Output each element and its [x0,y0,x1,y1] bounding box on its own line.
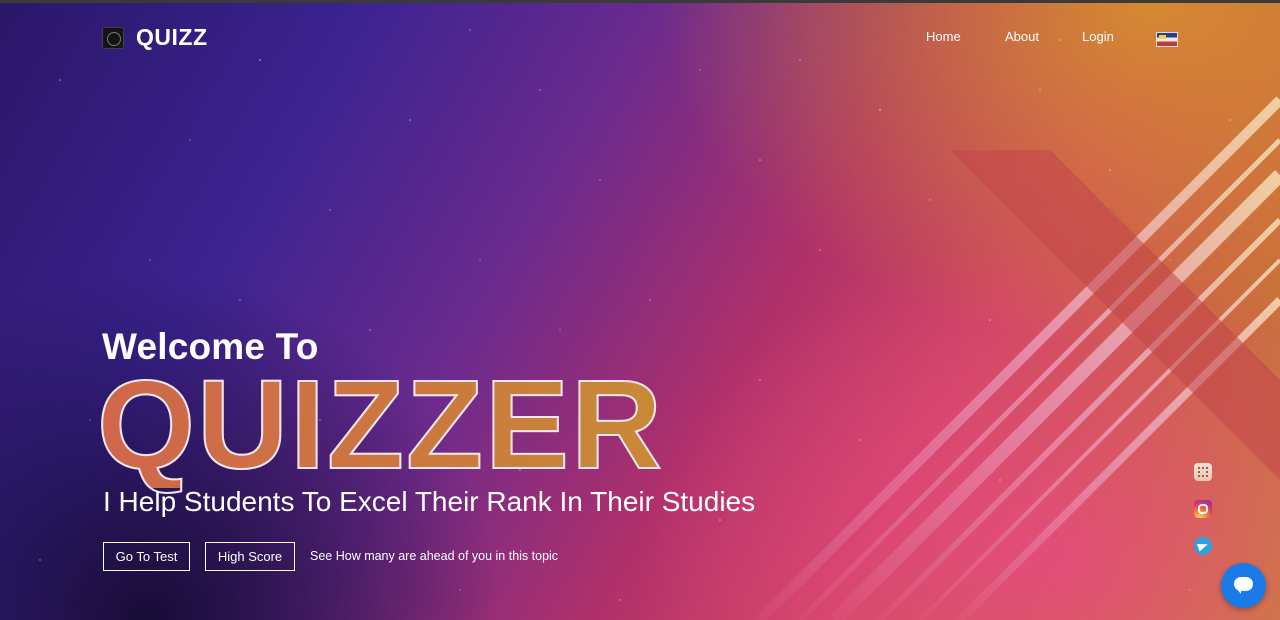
nav-login-link[interactable]: Login [1082,29,1114,44]
instagram-icon[interactable] [1194,500,1212,518]
window-top-bar [0,0,1280,3]
starfield-background [39,29,1241,601]
chat-bubble-icon[interactable] [1221,563,1266,608]
link-icon[interactable] [1194,463,1212,481]
brand-logo[interactable]: QUIZZ [102,24,208,51]
quizz-logo-icon [102,26,124,49]
nav-about-link[interactable]: About [1005,29,1039,44]
go-to-test-button[interactable]: Go To Test [103,542,190,571]
high-score-hint: See How many are ahead of you in this to… [310,549,559,563]
hero-title: QUIZZER [96,354,664,495]
diagonal-light-stripes [756,96,1280,620]
flag-icon[interactable] [1156,32,1178,47]
brand-name: QUIZZ [136,24,208,50]
hero-tagline: I Help Students To Excel Their Rank In T… [103,486,756,517]
telegram-icon[interactable] [1194,537,1212,555]
nav-home-link[interactable]: Home [926,29,961,44]
high-score-button[interactable]: High Score [205,542,295,571]
